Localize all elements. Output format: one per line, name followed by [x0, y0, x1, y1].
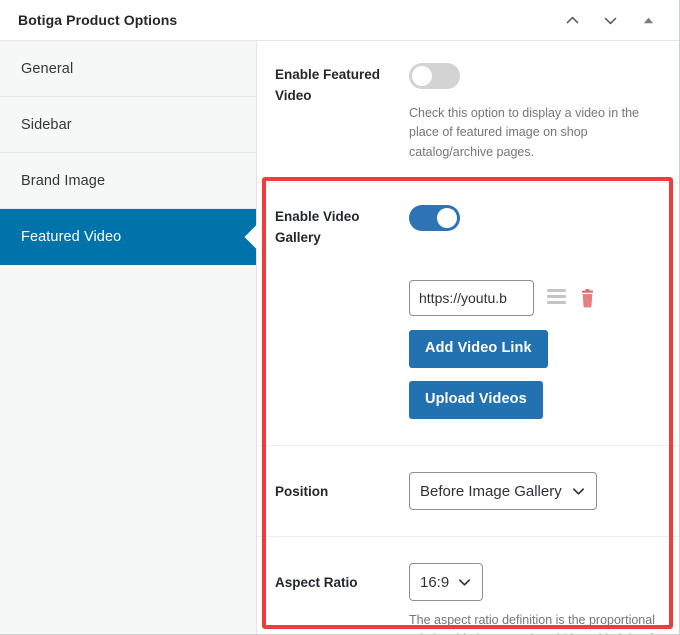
position-select-wrap: Before Image Gallery: [409, 472, 597, 510]
sidebar-item-general[interactable]: General: [0, 41, 256, 97]
aspect-ratio-select[interactable]: 16:9: [409, 563, 483, 601]
field-label: Enable Featured Video: [275, 67, 381, 103]
video-link-input[interactable]: [409, 280, 534, 317]
sidebar-item-sidebar[interactable]: Sidebar: [0, 97, 256, 153]
field-aspect-ratio: Aspect Ratio 16:9 The aspect ratio defin…: [257, 537, 679, 634]
toggle-panel-icon[interactable]: [637, 9, 659, 31]
drag-handle-icon[interactable]: [547, 289, 566, 306]
field-control: Add Video Link Upload Videos: [409, 205, 659, 419]
enable-featured-video-toggle[interactable]: [409, 63, 460, 89]
field-control: 16:9 The aspect ratio definition is the …: [409, 563, 659, 634]
field-label: Position: [275, 484, 329, 499]
video-link-row: [409, 280, 659, 317]
aspect-ratio-select-wrap: 16:9: [409, 563, 483, 601]
sidebar-item-label: Featured Video: [21, 228, 122, 245]
botiga-product-options-metabox: Botiga Product Options General Sidebar B…: [0, 0, 680, 635]
upload-videos-button[interactable]: Upload Videos: [409, 381, 543, 419]
field-enable-video-gallery: Enable Video Gallery https://youtu.b Add…: [257, 183, 679, 446]
settings-content-panel: Enable Featured Video Check this option …: [257, 41, 679, 634]
panel-header: Botiga Product Options: [0, 0, 679, 41]
field-control: Check this option to display a video in …: [409, 63, 659, 162]
field-position: Position Before Image Gallery: [257, 446, 679, 537]
field-control: Before Image Gallery: [409, 472, 659, 510]
sidebar-item-label: General: [21, 60, 74, 77]
settings-tabs-sidebar: General Sidebar Brand Image Featured Vid…: [0, 41, 257, 634]
field-enable-featured-video: Enable Featured Video Check this option …: [257, 41, 679, 184]
sidebar-item-brand-image[interactable]: Brand Image: [0, 153, 256, 209]
sidebar-item-featured-video[interactable]: Featured Video: [0, 209, 256, 265]
panel-header-actions: [561, 9, 665, 31]
sidebar-item-label: Sidebar: [21, 116, 72, 133]
field-label: Enable Video Gallery: [275, 209, 360, 246]
panel-body: General Sidebar Brand Image Featured Vid…: [0, 41, 679, 634]
move-down-icon[interactable]: [599, 9, 621, 31]
enable-video-gallery-toggle[interactable]: [409, 205, 460, 232]
position-select[interactable]: Before Image Gallery: [409, 472, 597, 510]
sidebar-item-label: Brand Image: [21, 172, 106, 189]
add-video-link-button[interactable]: Add Video Link: [409, 330, 548, 369]
trash-icon[interactable]: [579, 288, 596, 308]
toggle-knob: [412, 66, 432, 86]
toggle-knob: [437, 208, 457, 229]
page-title: Botiga Product Options: [18, 12, 178, 28]
field-label: Aspect Ratio: [275, 575, 358, 590]
field-description: Check this option to display a video in …: [409, 106, 639, 159]
field-description: The aspect ratio definition is the propo…: [409, 613, 655, 634]
move-up-icon[interactable]: [561, 9, 583, 31]
